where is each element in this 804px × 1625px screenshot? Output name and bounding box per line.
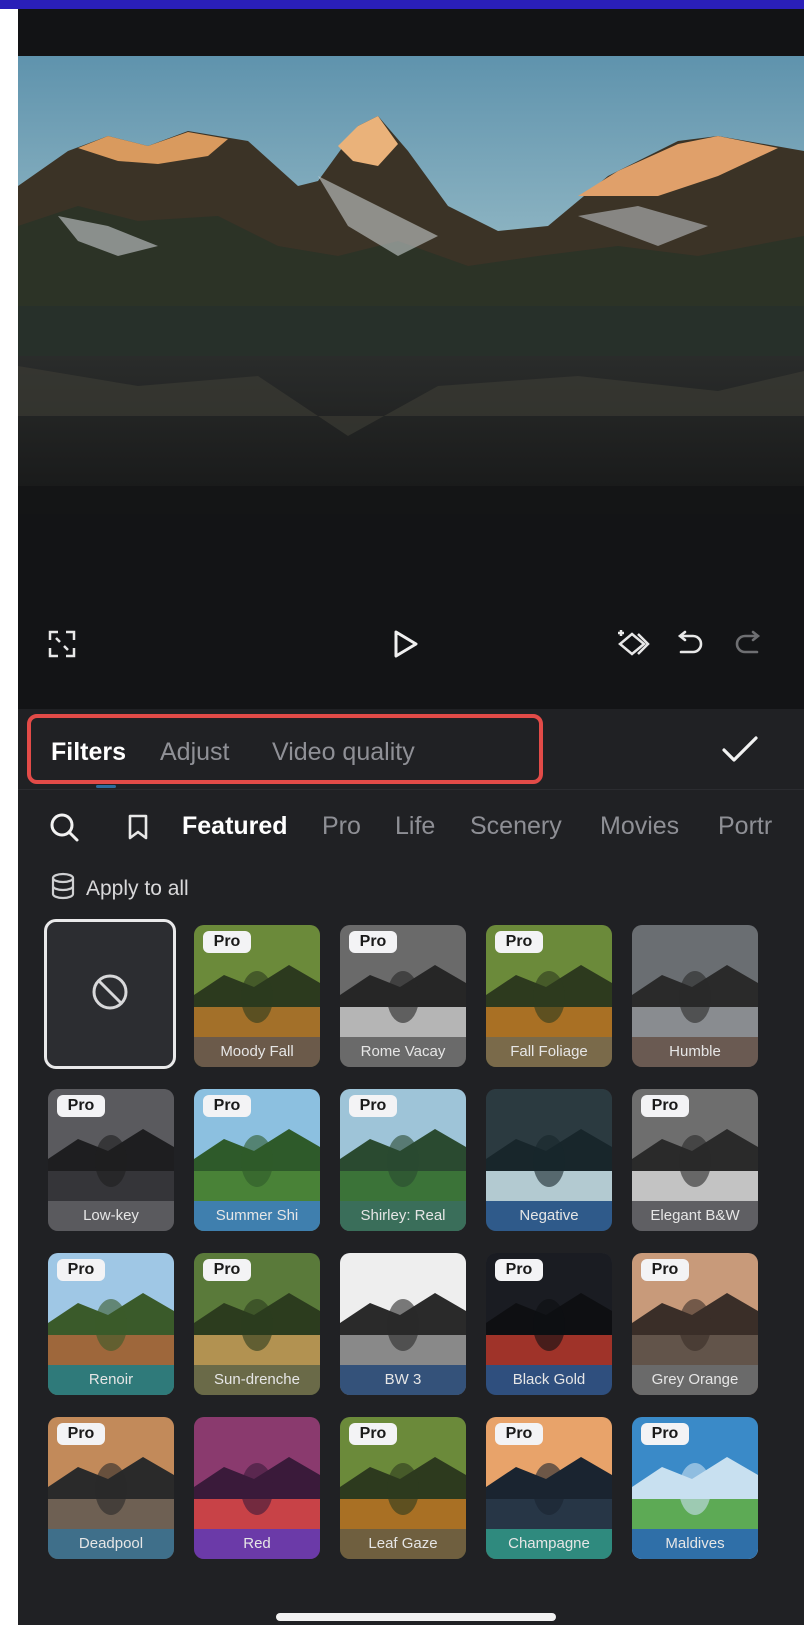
filter-tile[interactable]: Pro Black Gold — [486, 1253, 612, 1395]
filter-tile[interactable]: Negative — [486, 1089, 612, 1231]
preview-controls — [18, 514, 804, 709]
play-icon[interactable] — [386, 624, 426, 664]
layers-icon — [50, 872, 76, 906]
filter-tile[interactable]: Pro Renoir — [48, 1253, 174, 1395]
filter-tile[interactable]: Humble — [632, 925, 758, 1067]
filter-tile[interactable]: Pro Sun-drenche — [194, 1253, 320, 1395]
filter-label: Moody Fall — [194, 1037, 320, 1067]
keyframe-icon[interactable] — [614, 624, 654, 664]
panel-divider — [18, 789, 804, 790]
editor-screen: Filters Adjust Video quality Featured Pr… — [18, 9, 804, 1625]
redo-icon[interactable] — [728, 624, 768, 664]
filter-label: Red — [194, 1529, 320, 1559]
video-preview[interactable] — [18, 56, 804, 514]
no-filter-tile[interactable] — [44, 919, 176, 1069]
filter-tile[interactable]: Pro Moody Fall — [194, 925, 320, 1067]
pro-badge: Pro — [349, 1423, 397, 1445]
category-featured[interactable]: Featured — [182, 812, 288, 841]
category-portrait[interactable]: Portr — [718, 812, 772, 841]
filter-label: Deadpool — [48, 1529, 174, 1559]
pro-badge: Pro — [641, 1095, 689, 1117]
pro-badge: Pro — [57, 1259, 105, 1281]
tab-video-quality[interactable]: Video quality — [272, 738, 415, 767]
pro-badge: Pro — [495, 1259, 543, 1281]
filter-tile[interactable]: Pro Shirley: Real — [340, 1089, 466, 1231]
pro-badge: Pro — [641, 1259, 689, 1281]
category-life[interactable]: Life — [395, 812, 435, 841]
filter-label: Black Gold — [486, 1365, 612, 1395]
filter-label: Grey Orange — [632, 1365, 758, 1395]
filter-tile[interactable]: Pro Maldives — [632, 1417, 758, 1559]
category-scenery[interactable]: Scenery — [470, 812, 562, 841]
filter-tile[interactable]: Pro Deadpool — [48, 1417, 174, 1559]
filter-tile[interactable]: Pro Leaf Gaze — [340, 1417, 466, 1559]
filter-label: Champagne — [486, 1529, 612, 1559]
preview-top-bar — [18, 9, 804, 56]
bookmark-icon[interactable] — [122, 811, 154, 843]
filter-tile[interactable]: Pro Low-key — [48, 1089, 174, 1231]
filter-label: BW 3 — [340, 1365, 466, 1395]
filter-tile[interactable]: Pro Grey Orange — [632, 1253, 758, 1395]
filter-label: Summer Shi — [194, 1201, 320, 1231]
no-filter-icon — [90, 972, 130, 1017]
fullscreen-icon[interactable] — [44, 626, 80, 662]
filter-tile[interactable]: BW 3 — [340, 1253, 466, 1395]
category-bar: Featured Pro Life Scenery Movies Portr — [18, 795, 804, 855]
apply-to-all-button[interactable]: Apply to all — [50, 869, 189, 909]
editor-tab-bar: Filters Adjust Video quality — [27, 714, 543, 784]
filter-label: Elegant B&W — [632, 1201, 758, 1231]
filter-tile[interactable]: Pro Summer Shi — [194, 1089, 320, 1231]
pro-badge: Pro — [349, 931, 397, 953]
search-icon[interactable] — [46, 809, 82, 845]
pro-badge: Pro — [349, 1095, 397, 1117]
category-pro[interactable]: Pro — [322, 812, 361, 841]
filter-tile[interactable]: Red — [194, 1417, 320, 1559]
filter-grid: Pro Moody Fall Pro Rome Vacay Pro Fall Foliag… — [18, 919, 804, 1619]
pro-badge: Pro — [641, 1423, 689, 1445]
pro-badge: Pro — [57, 1423, 105, 1445]
tab-filters[interactable]: Filters — [51, 738, 126, 767]
pro-badge: Pro — [57, 1095, 105, 1117]
filter-label: Negative — [486, 1201, 612, 1231]
checkmark-icon[interactable] — [718, 727, 762, 771]
filter-label: Fall Foliage — [486, 1037, 612, 1067]
pro-badge: Pro — [495, 931, 543, 953]
filter-label: Leaf Gaze — [340, 1529, 466, 1559]
preview-image — [18, 56, 804, 514]
pro-badge: Pro — [495, 1423, 543, 1445]
pro-badge: Pro — [203, 931, 251, 953]
undo-icon[interactable] — [670, 624, 710, 664]
filter-tile[interactable]: Pro Rome Vacay — [340, 925, 466, 1067]
filter-label: Maldives — [632, 1529, 758, 1559]
filter-label: Shirley: Real — [340, 1201, 466, 1231]
filter-label: Rome Vacay — [340, 1037, 466, 1067]
filter-tile[interactable]: Pro Fall Foliage — [486, 925, 612, 1067]
filter-tile[interactable]: Pro Champagne — [486, 1417, 612, 1559]
status-strip — [0, 0, 804, 9]
filter-tile[interactable]: Pro Elegant B&W — [632, 1089, 758, 1231]
category-movies[interactable]: Movies — [600, 812, 679, 841]
filter-label: Sun-drenche — [194, 1365, 320, 1395]
tab-adjust[interactable]: Adjust — [160, 738, 229, 767]
filter-panel: Filters Adjust Video quality Featured Pr… — [18, 709, 804, 1625]
filter-label: Humble — [632, 1037, 758, 1067]
filter-label: Low-key — [48, 1201, 174, 1231]
home-indicator — [276, 1613, 556, 1621]
filter-label: Renoir — [48, 1365, 174, 1395]
pro-badge: Pro — [203, 1095, 251, 1117]
pro-badge: Pro — [203, 1259, 251, 1281]
apply-to-all-label: Apply to all — [86, 877, 189, 900]
active-tab-indicator — [96, 785, 116, 788]
